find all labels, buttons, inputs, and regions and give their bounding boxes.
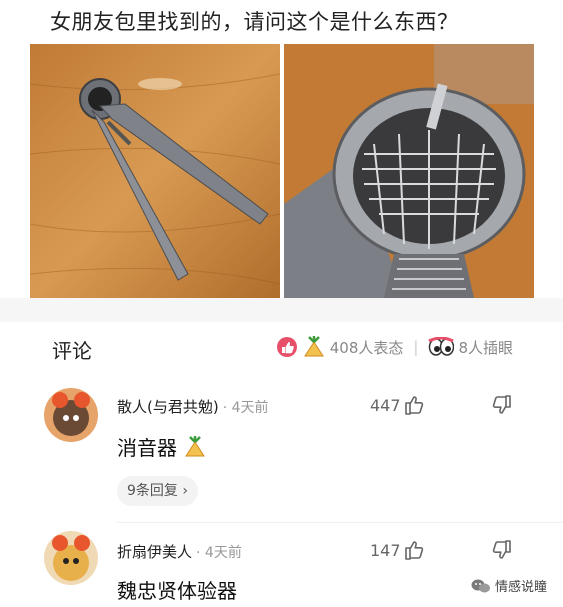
comments-title: 评论 (52, 339, 92, 363)
comment-text: 消音器 (117, 436, 177, 460)
thumbs-down-outline-icon (492, 540, 511, 559)
comment-username[interactable]: 散人(与君共勉) · 4天前 (117, 396, 269, 417)
view-replies-button[interactable]: 9条回复 › (117, 476, 198, 506)
thumbs-up-outline-icon (404, 396, 423, 415)
melon-emoji-icon (302, 336, 326, 358)
comment-time: · 4天前 (196, 545, 242, 561)
comment-username[interactable]: 折扇伊美人 · 4天前 (117, 541, 242, 562)
thumbs-up-icon (276, 336, 298, 358)
eyes-icon (428, 337, 455, 357)
comment-body: 消音器 (117, 432, 207, 461)
like-button[interactable]: 447 (370, 394, 426, 416)
eye-roll-count: 8人插眼 (458, 338, 513, 357)
tool-photo-left (30, 44, 280, 298)
comment-time: · 4天前 (222, 400, 269, 416)
avatar[interactable] (44, 388, 98, 442)
dislike-button[interactable] (490, 539, 512, 565)
reaction-summary[interactable]: 408人表态 | 8人插眼 (276, 336, 513, 358)
thumbs-up-outline-icon (404, 541, 423, 560)
avatar[interactable] (44, 531, 98, 585)
thumbs-down-outline-icon (492, 395, 511, 414)
tool-photo-right (284, 44, 534, 298)
comment-author[interactable]: 散人(与君共勉) (117, 398, 219, 416)
melon-emoji-icon (185, 436, 206, 457)
comments-header: 评论 408人表态 | 8人插眼 (0, 322, 563, 372)
like-count: 447 (370, 395, 401, 415)
watermark-label: 情感说瞳 (494, 580, 547, 595)
reaction-count: 408人表态 (329, 338, 404, 357)
post-image-left[interactable] (30, 44, 280, 298)
like-count: 147 (370, 540, 401, 560)
comment-divider (117, 522, 563, 523)
post-title: 女朋友包里找到的，请问这个是什么东西？ (50, 10, 459, 34)
watermark: 情感说瞳 (471, 576, 547, 595)
wechat-icon (471, 579, 490, 592)
dislike-button[interactable] (490, 394, 512, 420)
comment-author[interactable]: 折扇伊美人 (117, 543, 192, 561)
reaction-separator: | (413, 338, 419, 356)
comment-body: 魏忠贤体验器 (117, 579, 237, 603)
section-gap (0, 298, 563, 322)
post-image-right[interactable] (284, 44, 534, 298)
like-button[interactable]: 147 (370, 539, 426, 561)
